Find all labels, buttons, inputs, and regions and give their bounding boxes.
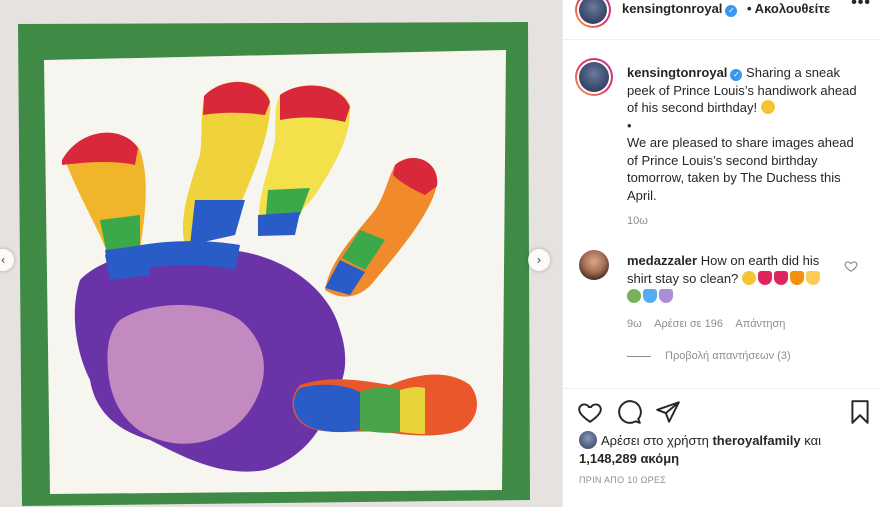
handprint-artwork xyxy=(18,22,530,506)
post-timestamp[interactable]: ΠΡΙΝ ΑΠΟ 10 ΩΡΕΣ xyxy=(579,475,666,485)
caption-bullet: • xyxy=(627,117,632,133)
likes-prefix: Αρέσει στο χρήστη xyxy=(601,433,709,448)
view-replies-label[interactable]: Προβολή απαντήσεων (3) xyxy=(665,350,791,362)
emoji-icon xyxy=(805,271,820,285)
wink-face-emoji-icon xyxy=(760,100,775,114)
liker-avatar[interactable] xyxy=(579,431,597,449)
action-bar xyxy=(563,388,880,432)
likes-summary: Αρέσει στο χρήστη theroyalfamily και 1,1… xyxy=(579,431,821,468)
caption-avatar[interactable] xyxy=(575,58,613,96)
verified-icon: ✓ xyxy=(725,5,738,17)
verified-icon: ✓ xyxy=(730,69,743,81)
caption-username[interactable]: kensingtonroyal xyxy=(627,65,727,80)
chevron-right-icon: › xyxy=(536,253,542,267)
replies-divider xyxy=(627,355,651,357)
emoji-icon xyxy=(741,271,756,285)
post-side-panel: kensingtonroyal ✓ • Ακολουθείτε ••• kensi… xyxy=(562,0,880,507)
likes-and: και xyxy=(804,433,821,448)
liker-username[interactable]: theroyalfamily xyxy=(712,433,800,448)
following-button[interactable]: • Ακολουθείτε xyxy=(747,1,830,16)
comment-meta: 9ω Αρέσει σε 196 Απάντηση xyxy=(627,318,795,330)
emoji-icon xyxy=(773,271,788,285)
author-username[interactable]: kensingtonroyal ✓ xyxy=(622,1,738,17)
like-comment-heart-icon[interactable] xyxy=(844,259,858,273)
share-icon[interactable] xyxy=(655,399,681,425)
caption-text-2: We are pleased to share images ahead of … xyxy=(627,135,854,203)
emoji-icon xyxy=(789,271,804,285)
reply-button[interactable]: Απάντηση xyxy=(735,318,785,330)
emoji-icon xyxy=(659,289,673,303)
comment-like-count[interactable]: Αρέσει σε 196 xyxy=(654,318,723,330)
post-caption: kensingtonroyal ✓ Sharing a sneak peek of… xyxy=(627,64,867,204)
emoji-icon xyxy=(643,289,657,303)
heart-icon[interactable] xyxy=(577,399,603,425)
post-image[interactable]: ‹ › xyxy=(0,0,562,507)
caption-time: 10ω xyxy=(627,215,648,227)
post-header: kensingtonroyal ✓ • Ακολουθείτε ••• xyxy=(563,0,880,40)
comment-item: medazzaler How on earth did his shirt st… xyxy=(627,252,847,306)
chevron-left-icon: ‹ xyxy=(0,253,6,267)
comment-icon[interactable] xyxy=(616,399,642,425)
commenter-avatar[interactable] xyxy=(579,250,609,280)
likes-count[interactable]: 1,148,289 ακόμη xyxy=(579,451,679,466)
view-replies-button[interactable]: Προβολή απαντήσεων (3) xyxy=(627,350,791,362)
bookmark-icon[interactable] xyxy=(847,399,873,425)
emoji-icon xyxy=(627,289,641,303)
commenter-username[interactable]: medazzaler xyxy=(627,253,697,268)
author-avatar[interactable] xyxy=(575,0,611,28)
comment-time: 9ω xyxy=(627,318,642,330)
author-username-text[interactable]: kensingtonroyal xyxy=(622,1,722,16)
next-image-button[interactable]: › xyxy=(528,249,550,271)
more-options-icon[interactable]: ••• xyxy=(851,0,871,12)
emoji-icon xyxy=(757,271,772,285)
